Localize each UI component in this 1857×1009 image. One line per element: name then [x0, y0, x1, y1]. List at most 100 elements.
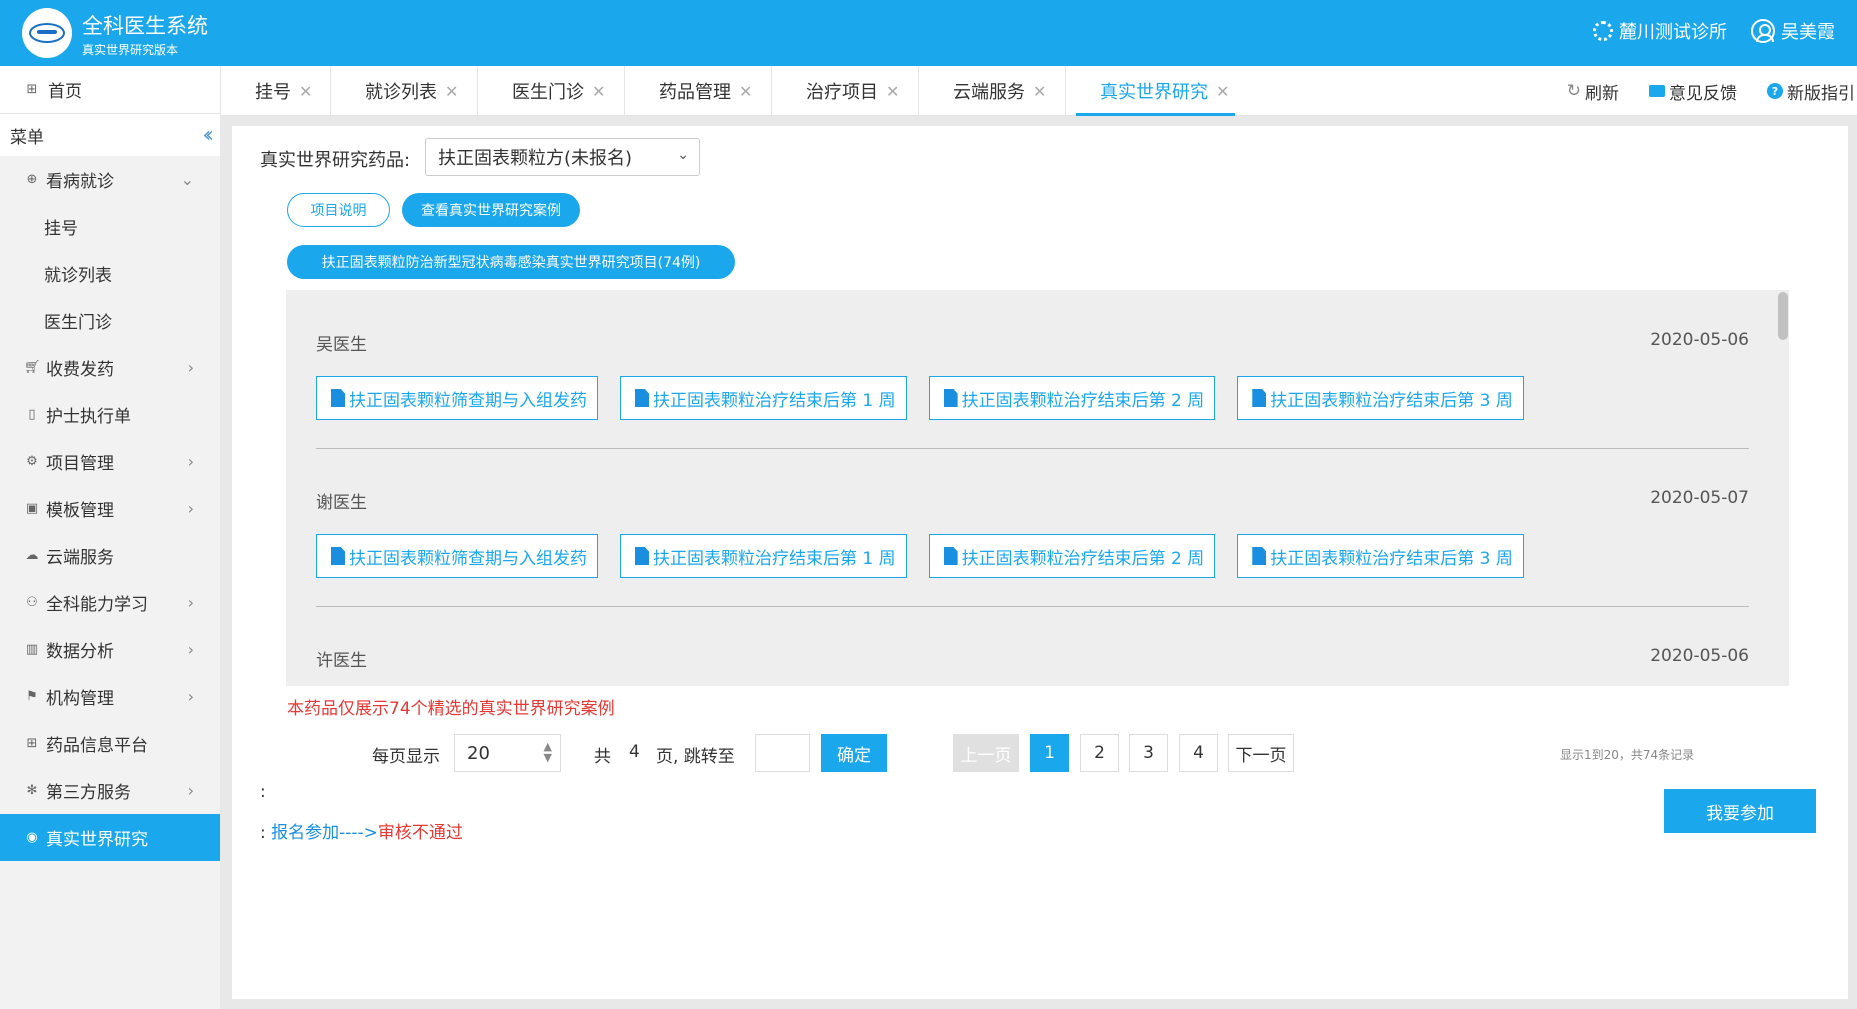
tab-treatment[interactable]: 治疗项目 ✕	[771, 66, 918, 116]
header-right: 麓川测试诊所 吴美霞	[1593, 18, 1835, 44]
feedback-button[interactable]: 意见反馈	[1649, 79, 1737, 104]
page-2-button[interactable]: 2	[1080, 734, 1119, 772]
prev-page-button[interactable]: 上一页	[953, 734, 1019, 772]
view-cases-button[interactable]: 查看真实世界研究案例	[402, 193, 580, 227]
next-page-button[interactable]: 下一页	[1228, 734, 1294, 772]
tab-doctor-clinic[interactable]: 医生门诊 ✕	[477, 66, 624, 116]
project-desc-button[interactable]: 项目说明	[287, 193, 390, 227]
case-link-week3[interactable]: 扶正固表颗粒治疗结束后第 3 周	[1237, 376, 1524, 420]
jump-confirm-button[interactable]: 确定	[821, 734, 887, 772]
close-icon[interactable]: ✕	[592, 82, 605, 101]
guide-label: 新版指引	[1787, 83, 1855, 104]
case-list[interactable]: 吴医生 2020-05-06 扶正固表颗粒筛查期与入组发药 扶正固表颗粒治疗结束…	[286, 290, 1789, 686]
guide-button[interactable]: ? 新版指引	[1767, 79, 1855, 104]
close-icon[interactable]: ✕	[299, 82, 312, 101]
tab-drug-management[interactable]: 药品管理 ✕	[624, 66, 771, 116]
case-divider	[316, 448, 1749, 449]
page-4-button[interactable]: 4	[1179, 734, 1218, 772]
case-link-label: 扶正固表颗粒治疗结束后第 3 周	[1270, 390, 1513, 411]
tab-label: 药品管理	[659, 82, 731, 103]
user-menu[interactable]: 吴美霞	[1751, 18, 1835, 44]
sidebar-item-analytics[interactable]: ▥ 数据分析 ›	[0, 626, 220, 673]
chevron-right-icon: ›	[187, 593, 194, 612]
case-link-week3[interactable]: 扶正固表颗粒治疗结束后第 3 周	[1237, 534, 1524, 578]
tab-actions: ↻ 刷新 意见反馈 ? 新版指引	[1567, 66, 1857, 116]
case-link-week2[interactable]: 扶正固表颗粒治疗结束后第 2 周	[928, 534, 1216, 578]
collapse-icon[interactable]: ‹‹	[202, 123, 213, 148]
help-icon: ?	[1767, 83, 1783, 99]
case-list-scrollbar[interactable]	[1778, 292, 1788, 340]
sidebar-item-cloud[interactable]: ☁ 云端服务	[0, 532, 220, 579]
refresh-button[interactable]: ↻ 刷新	[1567, 79, 1619, 104]
signup-status: : 报名参加---->审核不通过	[260, 818, 463, 843]
sidebar-item-org[interactable]: ⚑ 机构管理 ›	[0, 673, 220, 720]
chevron-down-icon: ⌄	[677, 147, 689, 163]
review-result-label: 审核不通过	[377, 823, 463, 843]
sidebar-item-label: 机构管理	[46, 689, 114, 709]
case-link-week2[interactable]: 扶正固表颗粒治疗结束后第 2 周	[928, 376, 1216, 420]
case-link-screening[interactable]: 扶正固表颗粒筛查期与入组发药	[316, 534, 598, 578]
tab-label: 治疗项目	[806, 82, 878, 103]
cart-icon: 🛒︎	[24, 360, 41, 375]
tab-register[interactable]: 挂号 ✕	[220, 66, 330, 116]
jump-label: 页, 跳转至	[656, 747, 735, 767]
sidebar-subitem-doctor-clinic[interactable]: 医生门诊	[0, 297, 220, 344]
sidebar-subitem-register[interactable]: 挂号	[0, 203, 220, 250]
page-1-button[interactable]: 1	[1030, 734, 1069, 772]
document-icon	[943, 389, 958, 407]
spinner-icon[interactable]: ▲ ▼	[544, 741, 552, 763]
case-link-label: 扶正固表颗粒筛查期与入组发药	[349, 548, 587, 569]
sidebar: ⊞ 首页 菜单 ‹‹ ⊕ 看病就诊 ⌄ 挂号 就诊列表 医生门诊 🛒︎ 收费发药…	[0, 66, 220, 1009]
page-3-button[interactable]: 3	[1129, 734, 1168, 772]
clinic-icon	[1593, 21, 1613, 41]
close-icon[interactable]: ✕	[445, 82, 458, 101]
chevron-down-icon: ⌄	[180, 170, 194, 189]
per-page-select[interactable]: 20 ▲ ▼	[454, 734, 561, 772]
jump-page-input[interactable]	[755, 734, 810, 772]
tab-label: 就诊列表	[365, 82, 437, 103]
clinic-switcher[interactable]: 麓川测试诊所	[1593, 18, 1727, 44]
sidebar-item-learning[interactable]: ⚇ 全科能力学习 ›	[0, 579, 220, 626]
case-link-week1[interactable]: 扶正固表颗粒治疗结束后第 1 周	[620, 534, 907, 578]
sidebar-item-label: 模板管理	[46, 501, 114, 521]
sidebar-item-project[interactable]: ⚙ 项目管理 ›	[0, 438, 220, 485]
case-notice: 本药品仅展示74个精选的真实世界研究案例	[287, 699, 615, 719]
drug-select[interactable]: 扶正固表颗粒方(未报名) ⌄	[425, 138, 700, 176]
case-links: 扶正固表颗粒筛查期与入组发药 扶正固表颗粒治疗结束后第 1 周 扶正固表颗粒治疗…	[316, 534, 1524, 578]
close-icon[interactable]: ✕	[1033, 82, 1046, 101]
sidebar-item-consult[interactable]: ⊕ 看病就诊 ⌄	[0, 156, 220, 203]
tab-research[interactable]: 真实世界研究 ✕	[1065, 66, 1235, 116]
template-icon: ▣	[25, 501, 39, 516]
colon-label: :	[260, 782, 266, 802]
document-icon	[943, 547, 958, 565]
clinic-icon: ⊕	[26, 172, 38, 187]
chevron-right-icon: ›	[187, 781, 194, 800]
case-link-label: 扶正固表颗粒治疗结束后第 2 周	[961, 390, 1205, 411]
case-date: 2020-05-06	[1650, 646, 1749, 666]
sidebar-item-label: 数据分析	[46, 642, 114, 662]
close-icon[interactable]: ✕	[739, 82, 752, 101]
sidebar-item-third-party[interactable]: ✻ 第三方服务 ›	[0, 767, 220, 814]
tab-cloud[interactable]: 云端服务 ✕	[918, 66, 1065, 116]
join-button[interactable]: 我要参加	[1664, 789, 1816, 833]
sidebar-item-label: 云端服务	[46, 548, 114, 568]
close-icon[interactable]: ✕	[886, 82, 899, 101]
case-doctor: 吴医生	[316, 335, 367, 355]
sidebar-item-nurse[interactable]: ▯ 护士执行单	[0, 391, 220, 438]
user-name: 吴美霞	[1781, 22, 1835, 43]
project-title-badge[interactable]: 扶正固表颗粒防治新型冠状病毒感染真实世界研究项目(74例)	[287, 245, 735, 279]
sidebar-item-billing[interactable]: 🛒︎ 收费发药 ›	[0, 344, 220, 391]
chart-icon: ▥	[25, 642, 39, 657]
sidebar-home[interactable]: ⊞ 首页	[0, 66, 220, 114]
tab-label: 挂号	[255, 82, 291, 103]
close-icon[interactable]: ✕	[1216, 82, 1229, 101]
sidebar-subitem-visit-list[interactable]: 就诊列表	[0, 250, 220, 297]
case-link-week1[interactable]: 扶正固表颗粒治疗结束后第 1 周	[620, 376, 907, 420]
tab-visit-list[interactable]: 就诊列表 ✕	[330, 66, 477, 116]
sidebar-item-template[interactable]: ▣ 模板管理 ›	[0, 485, 220, 532]
service-icon: ✻	[26, 783, 38, 798]
user-icon	[1751, 19, 1775, 43]
sidebar-item-drug-platform[interactable]: ⊞ 药品信息平台	[0, 720, 220, 767]
sidebar-item-research[interactable]: ◉ 真实世界研究	[0, 814, 220, 861]
case-link-screening[interactable]: 扶正固表颗粒筛查期与入组发药	[316, 376, 598, 420]
